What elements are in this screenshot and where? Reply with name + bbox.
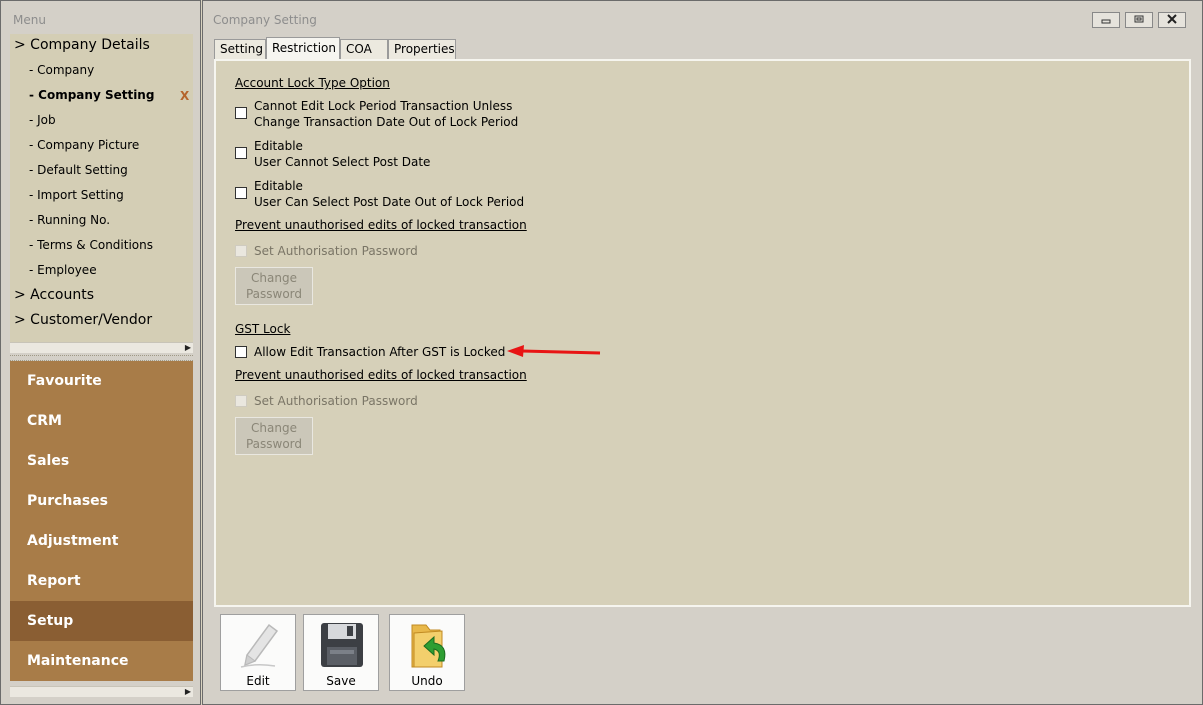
- tree-item-company-details[interactable]: > Company Details: [14, 37, 150, 53]
- option-editable-post-date-label[interactable]: Editable User Can Select Post Date Out o…: [254, 178, 524, 210]
- tree-item-accounts[interactable]: > Accounts: [14, 287, 94, 303]
- option-editable-post-date-checkbox[interactable]: [235, 187, 247, 199]
- group-adjustment[interactable]: Adjustment: [10, 521, 193, 561]
- group-crm[interactable]: CRM: [10, 401, 193, 441]
- gst-lock-heading: GST Lock: [235, 322, 291, 336]
- prevent-edits-heading-2: Prevent unauthorised edits of locked tra…: [235, 368, 527, 382]
- minimize-icon: [1101, 19, 1111, 24]
- set-authorisation-password-checkbox-1[interactable]: [235, 245, 247, 257]
- option-3-line-1: Editable: [254, 179, 303, 193]
- tree-item-company[interactable]: - Company: [29, 63, 94, 77]
- pencil-icon: [240, 623, 279, 668]
- tab-setting[interactable]: Setting: [214, 39, 266, 59]
- save-button[interactable]: Save: [303, 614, 379, 691]
- minimize-button[interactable]: [1092, 12, 1120, 28]
- close-icon: [1167, 14, 1177, 24]
- group-maintenance[interactable]: Maintenance: [10, 641, 193, 681]
- allow-edit-after-gst-locked-checkbox[interactable]: [235, 346, 247, 358]
- tree-item-import-setting[interactable]: - Import Setting: [29, 188, 124, 202]
- tree-item-employee[interactable]: - Employee: [29, 263, 97, 277]
- groups-horizontal-scrollbar[interactable]: ▶: [10, 686, 193, 697]
- change-password-1-line-1: Change: [251, 271, 297, 285]
- undo-label: Undo: [411, 674, 443, 688]
- tree-item-company-setting[interactable]: - Company Setting: [29, 88, 154, 102]
- option-1-line-2: Change Transaction Date Out of Lock Peri…: [254, 115, 519, 129]
- option-editable-no-post-date-label[interactable]: Editable User Cannot Select Post Date: [254, 138, 430, 170]
- set-authorisation-password-label-1: Set Authorisation Password: [254, 244, 418, 258]
- option-2-line-2: User Cannot Select Post Date: [254, 155, 431, 169]
- close-button[interactable]: [1158, 12, 1186, 28]
- group-favourite[interactable]: Favourite: [10, 361, 193, 401]
- scroll-right-arrow-icon[interactable]: ▶: [185, 343, 191, 353]
- company-setting-window: Company Setting Setting Restriction COA …: [202, 0, 1203, 705]
- change-password-button-1[interactable]: Change Password: [235, 267, 313, 305]
- menu-window: Menu > Company Details - Company - Compa…: [0, 0, 201, 705]
- group-sales[interactable]: Sales: [10, 441, 193, 481]
- change-password-button-2[interactable]: Change Password: [235, 417, 313, 455]
- tree-item-default-setting[interactable]: - Default Setting: [29, 163, 128, 177]
- menu-tree: > Company Details - Company - Company Se…: [10, 34, 193, 342]
- folder-undo-icon: [411, 624, 446, 668]
- tab-properties[interactable]: Properties: [388, 39, 456, 59]
- tab-coa[interactable]: COA: [340, 39, 388, 59]
- set-authorisation-password-label-2: Set Authorisation Password: [254, 394, 418, 408]
- option-3-line-2: User Can Select Post Date Out of Lock Pe…: [254, 195, 525, 209]
- tree-item-job[interactable]: - Job: [29, 113, 56, 127]
- option-cannot-edit-lock-checkbox[interactable]: [235, 107, 247, 119]
- option-cannot-edit-lock-label[interactable]: Cannot Edit Lock Period Transaction Unle…: [254, 98, 518, 130]
- edit-label: Edit: [246, 674, 270, 688]
- scroll-right-arrow-icon[interactable]: ▶: [185, 687, 191, 697]
- set-authorisation-password-checkbox-2[interactable]: [235, 395, 247, 407]
- change-password-2-line-1: Change: [251, 421, 297, 435]
- save-label: Save: [326, 674, 356, 688]
- tree-item-customer-vendor[interactable]: > Customer/Vendor: [14, 312, 152, 328]
- option-editable-no-post-date-checkbox[interactable]: [235, 147, 247, 159]
- group-report[interactable]: Report: [10, 561, 193, 601]
- option-1-line-1: Cannot Edit Lock Period Transaction Unle…: [254, 99, 513, 113]
- change-password-2-line-2: Password: [245, 437, 303, 451]
- edit-button[interactable]: Edit: [220, 614, 296, 691]
- window-title: Company Setting: [213, 13, 317, 27]
- tree-item-company-picture[interactable]: - Company Picture: [29, 138, 139, 152]
- floppy-disk-icon: [321, 623, 363, 667]
- prevent-edits-heading-1: Prevent unauthorised edits of locked tra…: [235, 218, 527, 232]
- tab-restriction[interactable]: Restriction: [266, 37, 340, 60]
- menu-title: Menu: [13, 13, 46, 27]
- restore-button[interactable]: [1125, 12, 1153, 28]
- group-purchases[interactable]: Purchases: [10, 481, 193, 521]
- tree-item-running-no[interactable]: - Running No.: [29, 213, 110, 227]
- annotation-arrow-icon: [507, 345, 601, 357]
- restore-icon: [1134, 15, 1144, 23]
- restriction-panel: Account Lock Type Option Cannot Edit Loc…: [214, 59, 1191, 607]
- group-setup[interactable]: Setup: [10, 601, 193, 641]
- option-2-line-1: Editable: [254, 139, 303, 153]
- tree-item-terms-conditions[interactable]: - Terms & Conditions: [29, 238, 153, 252]
- tree-horizontal-scrollbar[interactable]: ▶: [10, 342, 193, 353]
- undo-button[interactable]: Undo: [389, 614, 465, 691]
- change-password-1-line-2: Password: [245, 287, 303, 301]
- account-lock-type-heading: Account Lock Type Option: [235, 76, 390, 90]
- allow-edit-after-gst-locked-label[interactable]: Allow Edit Transaction After GST is Lock…: [254, 344, 505, 360]
- close-tab-icon[interactable]: X: [180, 89, 189, 103]
- menu-groups: Favourite CRM Sales Purchases Adjustment…: [10, 361, 193, 681]
